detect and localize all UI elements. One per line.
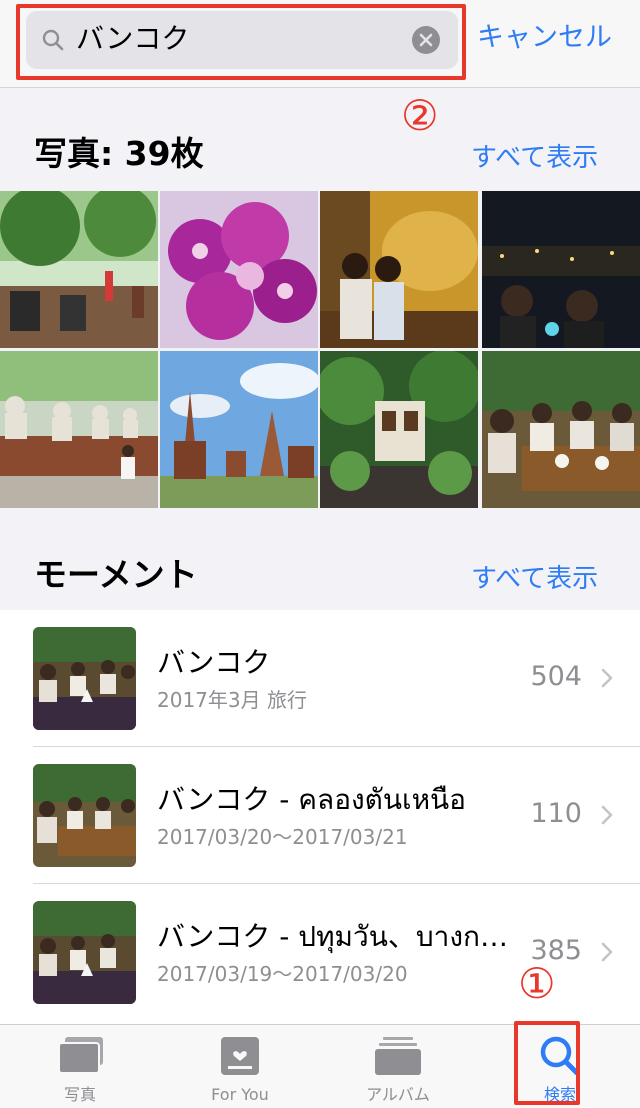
moment-row[interactable]: バンコク - คลองตันเหนือ 2017/03/20〜2017/03/2…	[0, 747, 640, 884]
photo-thumbnail[interactable]	[320, 351, 478, 508]
search-highlight-box	[16, 4, 466, 80]
photo-thumbnail[interactable]	[160, 351, 318, 508]
search-tab-highlight-box	[514, 1021, 580, 1105]
photo-thumbnail[interactable]	[482, 351, 640, 508]
step-badge-2: ②	[401, 91, 439, 140]
tab-label: アルバム	[366, 1085, 430, 1104]
tab-albums[interactable]: アルバム	[318, 1025, 478, 1108]
moment-thumbnail	[33, 627, 136, 730]
moment-count: 110	[530, 798, 582, 829]
moment-thumbnail	[33, 764, 136, 867]
chevron-right-icon	[601, 805, 613, 825]
step-badge-1: ①	[518, 959, 556, 1008]
photo-grid	[0, 191, 640, 508]
moment-subtitle: 2017年3月 旅行	[157, 688, 307, 712]
moment-thumbnail	[33, 901, 136, 1004]
tab-for-you[interactable]: For You	[160, 1025, 320, 1108]
photo-thumbnail[interactable]	[482, 191, 640, 348]
moments-see-all-link[interactable]: すべて表示	[471, 563, 598, 595]
moment-title: バンコク - คลองตันเหนือ	[157, 783, 466, 816]
moment-title: バンコク - ปทุมวัน、บางก…	[157, 920, 507, 953]
photo-thumbnail[interactable]	[160, 191, 318, 348]
chevron-right-icon	[601, 942, 613, 962]
moment-subtitle: 2017/03/19〜2017/03/20	[157, 962, 408, 986]
for-you-icon	[221, 1037, 259, 1075]
photos-section-title: 写真: 39枚	[34, 134, 204, 173]
photos-see-all-link[interactable]: すべて表示	[471, 142, 598, 174]
moments-section-title: モーメント	[34, 555, 198, 594]
tab-label: For You	[211, 1085, 269, 1104]
photo-thumbnail[interactable]	[0, 191, 158, 348]
photo-thumbnail[interactable]	[0, 351, 158, 508]
photos-icon	[58, 1037, 103, 1074]
tab-label: 写真	[63, 1085, 96, 1104]
tab-photos[interactable]: 写真	[0, 1025, 160, 1108]
albums-icon	[375, 1037, 421, 1075]
moment-count: 504	[530, 661, 582, 692]
moment-title: バンコク	[157, 646, 271, 679]
photo-thumbnail[interactable]	[320, 191, 478, 348]
moment-subtitle: 2017/03/20〜2017/03/21	[157, 825, 408, 849]
cancel-button[interactable]: キャンセル	[477, 20, 612, 56]
moment-row[interactable]: バンコク 2017年3月 旅行 504	[0, 610, 640, 747]
chevron-right-icon	[601, 668, 613, 688]
